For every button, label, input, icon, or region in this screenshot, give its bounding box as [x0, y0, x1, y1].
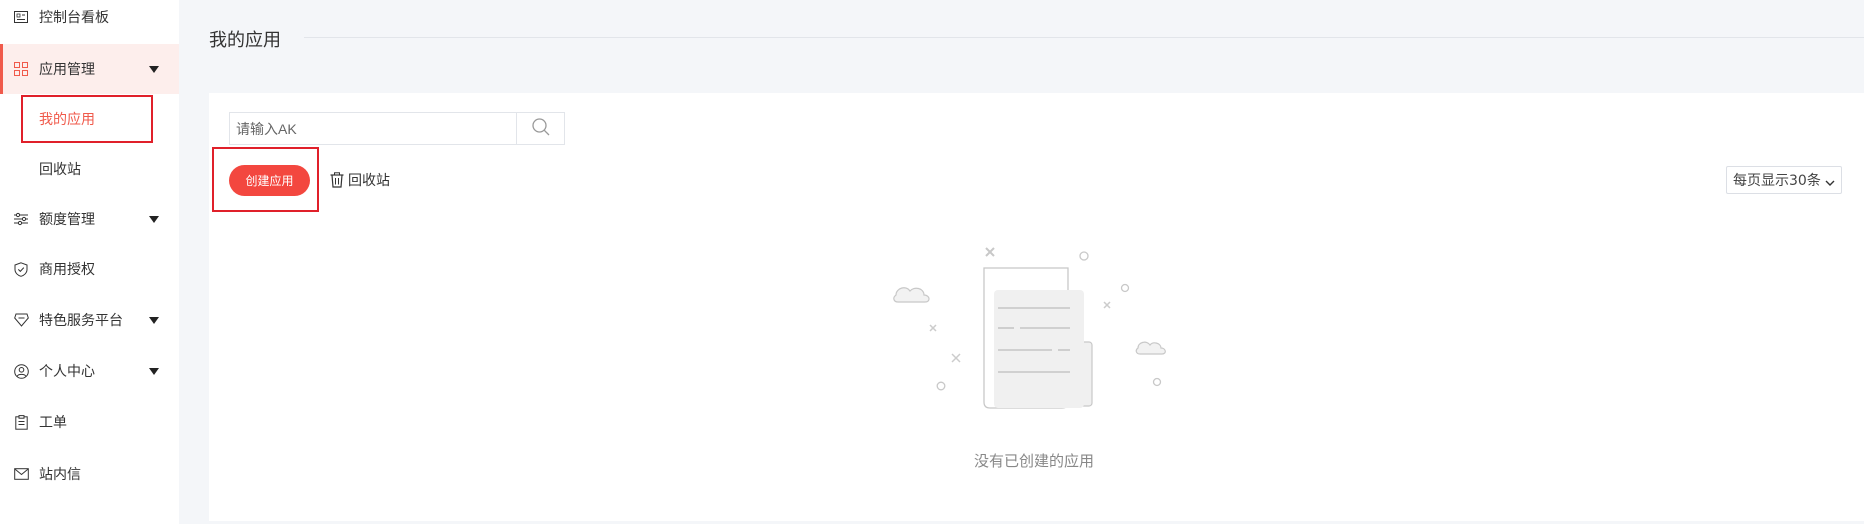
sidebar-item-personal-center[interactable]: 个人中心: [0, 346, 179, 396]
sliders-icon: [13, 211, 29, 227]
clipboard-icon: [13, 414, 29, 430]
sidebar-item-label: 特色服务平台: [39, 313, 123, 329]
caret-down-icon: [149, 215, 159, 223]
grid-icon: [13, 61, 29, 77]
user-circle-icon: [13, 363, 29, 379]
chevron-down-icon: [1825, 175, 1835, 191]
sidebar-item-label: 商用授权: [39, 262, 95, 278]
title-divider: [304, 37, 1864, 38]
sidebar-item-dashboard[interactable]: 控制台看板: [0, 0, 179, 42]
sidebar-subitem-my-apps[interactable]: 我的应用: [0, 94, 179, 144]
sidebar-item-app-management[interactable]: 应用管理: [0, 44, 179, 94]
caret-down-icon: [149, 367, 159, 375]
sidebar-item-label: 工单: [39, 415, 67, 431]
sidebar-item-label: 控制台看板: [39, 10, 109, 26]
sidebar-item-label: 个人中心: [39, 364, 95, 380]
sidebar-item-label: 回收站: [39, 162, 81, 178]
diamond-icon: [13, 312, 29, 328]
page-title: 我的应用: [209, 30, 281, 51]
search-input[interactable]: [230, 113, 516, 144]
sidebar-item-label: 额度管理: [39, 212, 95, 228]
sidebar-subitem-recycle-bin[interactable]: 回收站: [0, 144, 179, 194]
recycle-bin-label: 回收站: [348, 173, 390, 189]
sidebar-item-featured-services[interactable]: 特色服务平台: [0, 295, 179, 345]
shield-icon: [13, 261, 29, 277]
sidebar-item-tickets[interactable]: 工单: [0, 397, 179, 447]
search-icon: [531, 117, 551, 141]
search-box: [229, 112, 565, 145]
sidebar-item-quota-management[interactable]: 额度管理: [0, 194, 179, 244]
empty-state-illustration: [880, 238, 1200, 418]
caret-down-icon: [149, 316, 159, 324]
empty-state-message: 没有已创建的应用: [973, 452, 1094, 470]
search-button[interactable]: [516, 113, 564, 144]
recycle-bin-link[interactable]: 回收站: [330, 170, 390, 190]
dashboard-icon: [13, 9, 29, 25]
caret-down-icon: [149, 65, 159, 73]
sidebar-item-label: 应用管理: [39, 62, 95, 78]
sidebar-item-commercial-license[interactable]: 商用授权: [0, 244, 179, 294]
trash-icon: [330, 172, 346, 188]
page-size-select[interactable]: 每页显示30条: [1726, 166, 1842, 194]
create-app-button[interactable]: 创建应用: [229, 165, 310, 196]
sidebar-item-label: 我的应用: [39, 112, 95, 128]
sidebar: 控制台看板 应用管理 我的应用 回收站 额度管理 商用授权 特色服务平台 个人中…: [0, 0, 179, 524]
page-size-value: 每页显示30条: [1733, 173, 1821, 189]
